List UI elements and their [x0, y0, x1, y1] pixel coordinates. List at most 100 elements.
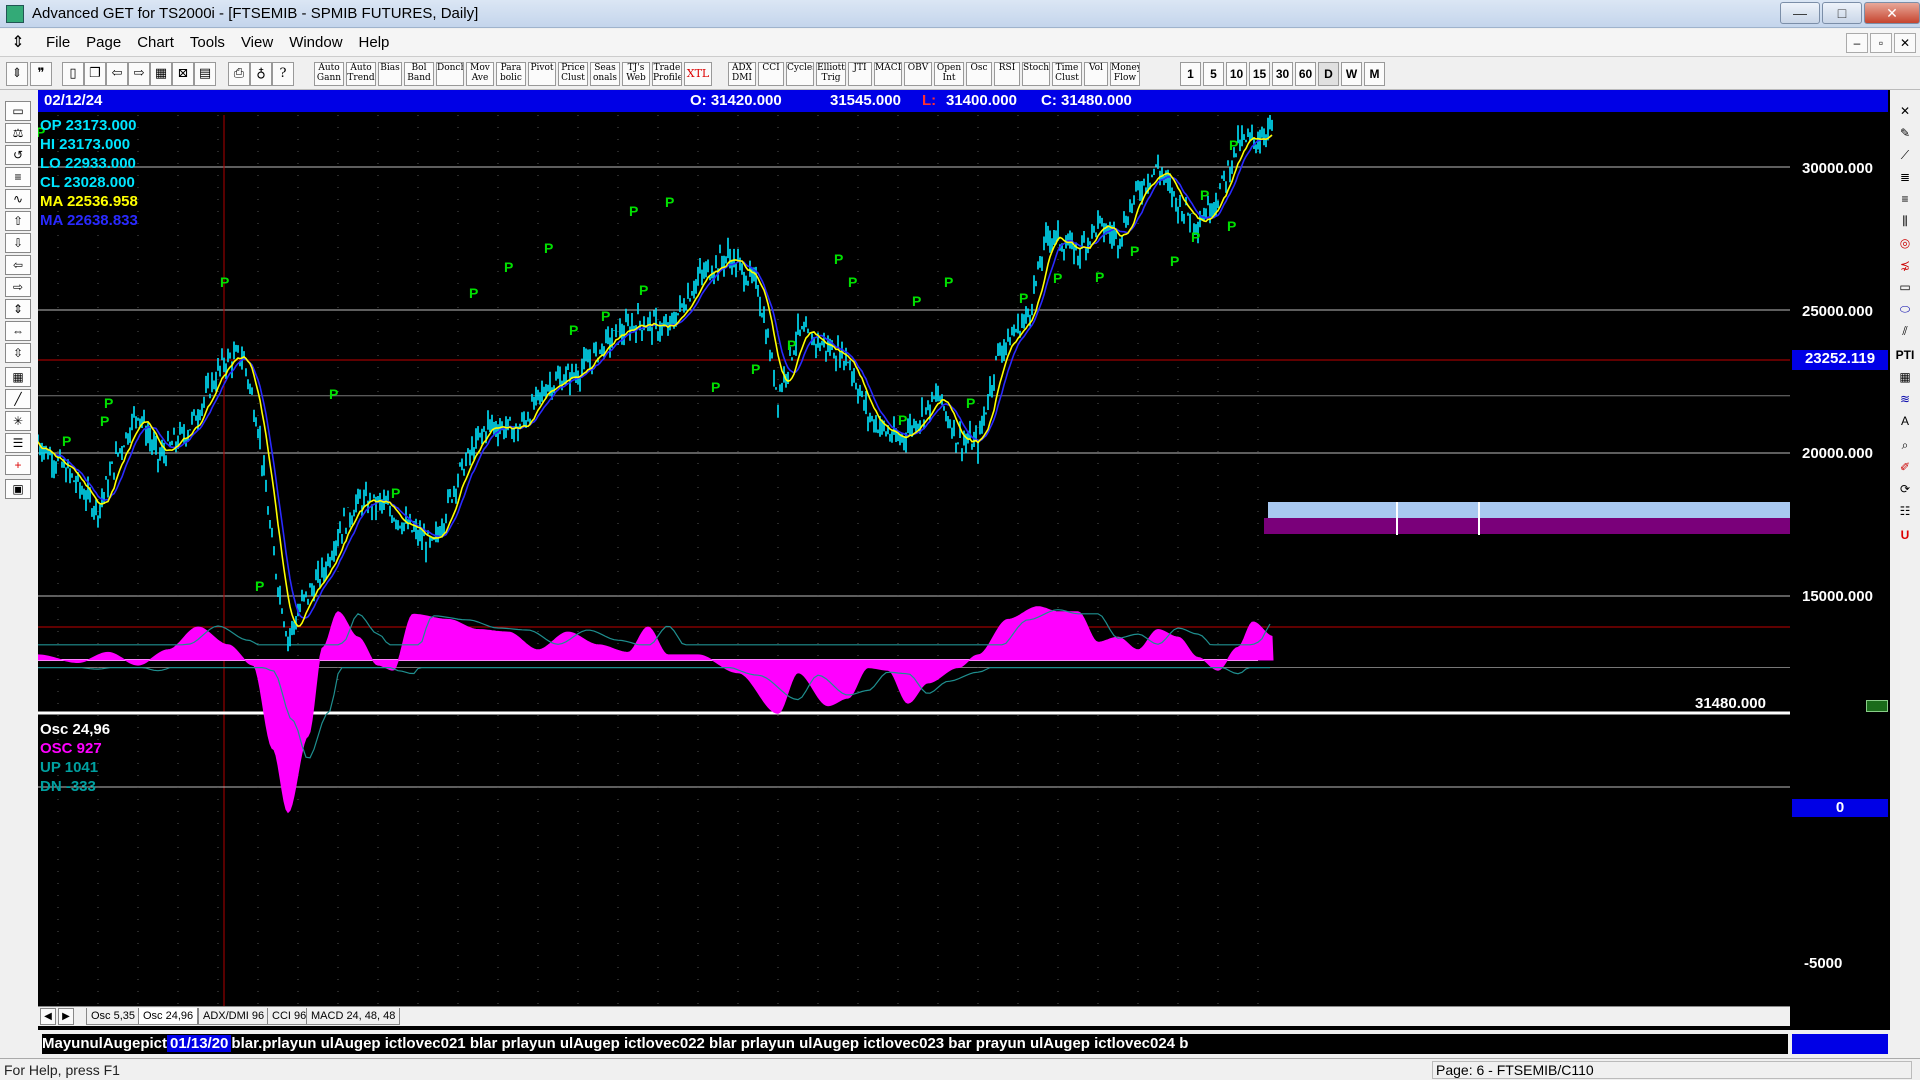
cycle-icon[interactable]: ⟳ [1893, 479, 1917, 499]
study-button-trade-profile[interactable]: Trade Profile [652, 62, 682, 86]
menu-file[interactable]: File [38, 34, 78, 51]
study-button-donch[interactable]: Donch [436, 62, 464, 86]
delete-icon[interactable]: ⊠ [172, 62, 194, 86]
elliott-icon[interactable]: ∿ [5, 189, 31, 209]
period-button-1[interactable]: 1 [1180, 62, 1201, 86]
lines-icon[interactable]: ╱ [5, 389, 31, 409]
study-button-osc[interactable]: Osc [966, 62, 992, 86]
study-button-auto-trend[interactable]: Auto Trend [346, 62, 376, 86]
period-button-60[interactable]: 60 [1295, 62, 1316, 86]
close-button[interactable]: ✕ [1864, 2, 1920, 24]
study-button-obv[interactable]: OBV [904, 62, 932, 86]
marker-icon[interactable]: ✐ [1893, 457, 1917, 477]
study-button-stoch[interactable]: Stoch [1022, 62, 1050, 86]
down-arrow-icon[interactable]: ⇩ [5, 233, 31, 253]
menu-window[interactable]: Window [281, 34, 350, 51]
study-button-time-clust[interactable]: Time Clust [1052, 62, 1082, 86]
pti-icon[interactable]: PTI [1893, 345, 1917, 365]
up-arrow-icon[interactable]: ⇧ [5, 211, 31, 231]
fib-ret-icon[interactable]: ≣ [1893, 167, 1917, 187]
study-button-bol-band[interactable]: Bol Band [404, 62, 434, 86]
gann-icon[interactable]: ✳ [5, 411, 31, 431]
period-button-10[interactable]: 10 [1226, 62, 1247, 86]
help-icon[interactable]: ? [272, 62, 294, 86]
price-chart[interactable]: PPPPPPPPPPPPPPPPPPPPPPPPPPP PPPPPPP [38, 115, 1790, 1008]
reset-icon[interactable]: ↺ [5, 145, 31, 165]
print-icon[interactable]: ⎙ [228, 62, 250, 86]
study-button-elliott-trig[interactable]: Elliott Trig [816, 62, 846, 86]
ellipse-icon[interactable]: ⬭ [1893, 299, 1917, 319]
study-button-para-bolic[interactable]: Para bolic [496, 62, 526, 86]
study-button-seas-onals[interactable]: Seas onals [590, 62, 620, 86]
fib-ext-icon[interactable]: ≡ [1893, 189, 1917, 209]
light-icon[interactable]: ♁ [250, 62, 272, 86]
period-button-15[interactable]: 15 [1249, 62, 1270, 86]
mob-icon[interactable]: ≋ [1893, 389, 1917, 409]
study-button-money-flow[interactable]: Money Flow [1110, 62, 1140, 86]
box-icon[interactable]: ▭ [1893, 277, 1917, 297]
mdi-minimize-button[interactable]: ‒ [1846, 33, 1868, 53]
zoom-icon[interactable]: ⌕ [1893, 435, 1917, 455]
study-button-cycles[interactable]: Cycles [786, 62, 814, 86]
tab-osc-24-96[interactable]: Osc 24,96 [138, 1008, 199, 1025]
tab-osc-5-35[interactable]: Osc 5,35 [86, 1008, 141, 1025]
study-button-bias[interactable]: Bias [378, 62, 402, 86]
scale-icon[interactable]: ⚖ [5, 123, 31, 143]
fit-icon[interactable]: ⇕ [5, 299, 31, 319]
tab-macd[interactable]: MACD 24, 48, 48 [306, 1008, 401, 1025]
menu-chart[interactable]: Chart [129, 34, 182, 51]
period-button-d[interactable]: D [1318, 62, 1339, 86]
study-button-price-clust[interactable]: Price Clust [558, 62, 588, 86]
period-button-w[interactable]: W [1341, 62, 1362, 86]
folder-icon[interactable]: ▭ [5, 101, 31, 121]
study-button-rsi[interactable]: RSI [994, 62, 1020, 86]
fib-time-icon[interactable]: ⫼ [1893, 211, 1917, 231]
period-button-30[interactable]: 30 [1272, 62, 1293, 86]
document-icon[interactable]: ⇕ [8, 33, 28, 53]
study-button-open-int[interactable]: Open Int [934, 62, 964, 86]
compress-icon[interactable]: ⇔ [5, 321, 31, 341]
fan-icon[interactable]: ⋨ [1893, 255, 1917, 275]
grid-toggle-icon[interactable]: ▦ [5, 367, 31, 387]
study-button-macd[interactable]: MACD [874, 62, 902, 86]
study-button-vol[interactable]: Vol [1084, 62, 1108, 86]
undo-icon[interactable]: U [1893, 525, 1917, 545]
study-button-mov-ave[interactable]: Mov Ave [466, 62, 494, 86]
study-button-xtl[interactable]: XTL [684, 62, 712, 86]
menu-help[interactable]: Help [351, 34, 398, 51]
menu-view[interactable]: View [233, 34, 281, 51]
trendline-icon[interactable]: ⟋ [1893, 145, 1917, 165]
properties-icon[interactable]: ▣ [5, 479, 31, 499]
mdi-restore-button[interactable]: ▫ [1870, 33, 1892, 53]
quote-icon[interactable]: ❞ [30, 62, 52, 86]
menu-tools[interactable]: Tools [182, 34, 233, 51]
study-icon[interactable]: ≡ [5, 167, 31, 187]
corner-icon[interactable] [1866, 700, 1888, 712]
grid-icon[interactable]: ▦ [150, 62, 172, 86]
left-arrow-icon[interactable]: ⇦ [5, 255, 31, 275]
minimize-button[interactable]: — [1780, 2, 1820, 24]
study-button-cci[interactable]: CCI [758, 62, 784, 86]
crosshair-icon[interactable]: + [5, 455, 31, 475]
tab-cci[interactable]: CCI 96 [267, 1008, 312, 1025]
list-icon[interactable]: ☷ [1893, 501, 1917, 521]
maximize-button[interactable]: □ [1822, 2, 1862, 24]
right-arrow-icon[interactable]: ⇨ [5, 277, 31, 297]
circle-icon[interactable]: ◎ [1893, 233, 1917, 253]
tab-adx-dmi[interactable]: ADX/DMI 96 [198, 1008, 270, 1025]
menu-page[interactable]: Page [78, 34, 129, 51]
tab-scroll-left[interactable]: ◀ [40, 1008, 56, 1025]
back-icon[interactable]: ⇦ [106, 62, 128, 86]
fib-icon[interactable]: ☰ [5, 433, 31, 453]
expand-icon[interactable]: ⇳ [5, 343, 31, 363]
new-icon[interactable]: ▯ [62, 62, 84, 86]
layout-icon[interactable]: ▤ [194, 62, 216, 86]
study-button-pivot[interactable]: Pivot [528, 62, 556, 86]
forward-icon[interactable]: ⇨ [128, 62, 150, 86]
study-button-auto-gann[interactable]: Auto Gann [314, 62, 344, 86]
study-button-jti[interactable]: JTI [848, 62, 872, 86]
period-button-5[interactable]: 5 [1203, 62, 1224, 86]
tab-scroll-right[interactable]: ▶ [58, 1008, 74, 1025]
mdi-close-button[interactable]: ✕ [1894, 33, 1916, 53]
study-button-adx-dmi[interactable]: ADX DMI [728, 62, 756, 86]
